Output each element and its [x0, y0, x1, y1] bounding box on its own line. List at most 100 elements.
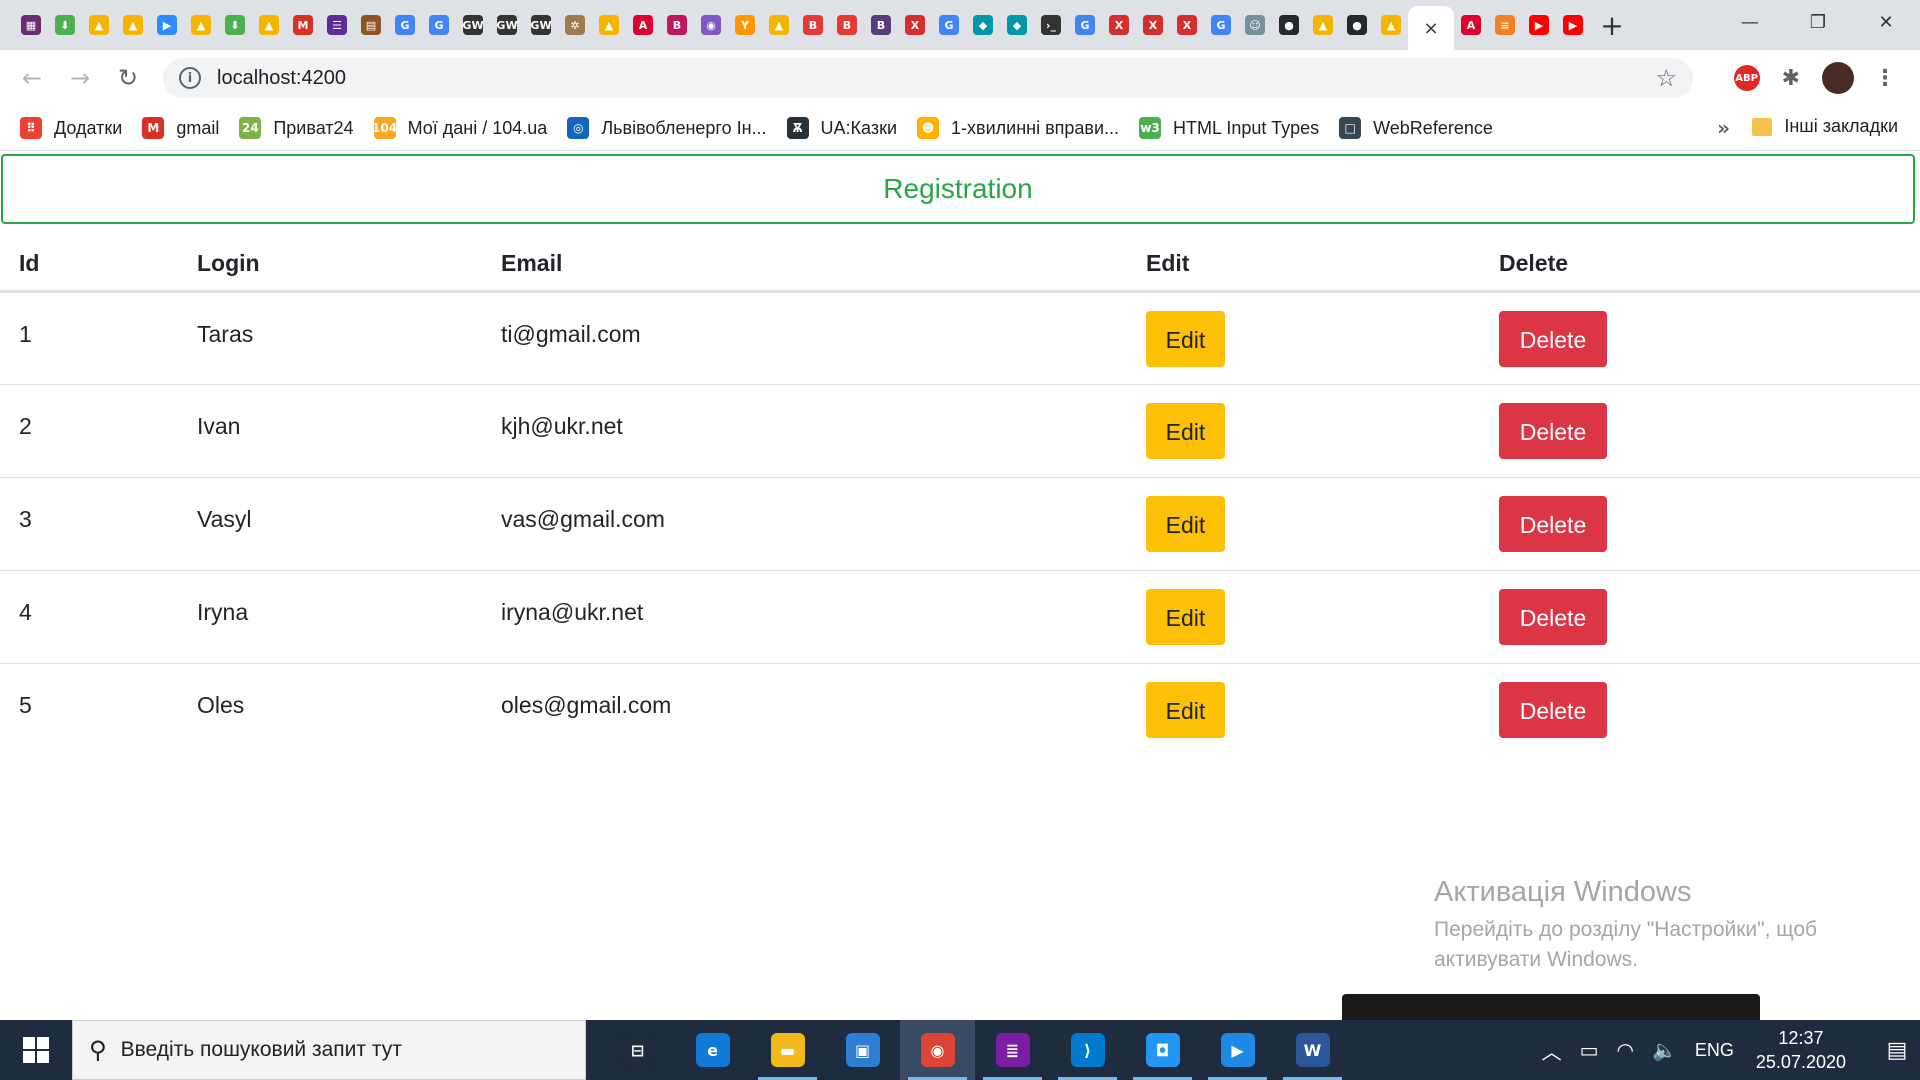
- browser-tab[interactable]: G: [1204, 0, 1238, 50]
- taskbar-app[interactable]: e: [675, 1020, 750, 1080]
- back-button[interactable]: ←: [8, 58, 56, 98]
- taskbar-app[interactable]: W: [1275, 1020, 1350, 1080]
- browser-tab[interactable]: GW: [456, 0, 490, 50]
- browser-tab[interactable]: ▦: [14, 0, 48, 50]
- minimize-button[interactable]: —: [1716, 0, 1784, 44]
- browser-tab[interactable]: ≡: [1488, 0, 1522, 50]
- site-info-icon[interactable]: i: [179, 67, 201, 89]
- browser-tab[interactable]: ⬇: [218, 0, 252, 50]
- browser-tab[interactable]: ▲: [252, 0, 286, 50]
- close-tab-icon[interactable]: ×: [1423, 18, 1438, 39]
- edit-button[interactable]: Edit: [1146, 496, 1225, 552]
- clock[interactable]: 12:37 25.07.2020: [1756, 1026, 1846, 1074]
- notifications-icon[interactable]: ▤: [1874, 1020, 1920, 1080]
- browser-tab[interactable]: ▲: [592, 0, 626, 50]
- edit-button[interactable]: Edit: [1146, 682, 1225, 738]
- tray-chevron-icon[interactable]: ︿: [1542, 1036, 1562, 1065]
- taskbar-app[interactable]: ◉: [900, 1020, 975, 1080]
- browser-tab[interactable]: ☰: [320, 0, 354, 50]
- bookmark-item[interactable]: □ WebReference: [1339, 117, 1493, 139]
- close-window-button[interactable]: ✕: [1852, 0, 1920, 44]
- browser-tab[interactable]: ▶: [150, 0, 184, 50]
- start-button[interactable]: [0, 1020, 72, 1080]
- browser-tab[interactable]: M: [286, 0, 320, 50]
- browser-tab-active[interactable]: ×: [1408, 6, 1454, 50]
- delete-button[interactable]: Delete: [1499, 403, 1607, 459]
- browser-tab[interactable]: G: [422, 0, 456, 50]
- bookmark-item[interactable]: w3 HTML Input Types: [1139, 117, 1319, 139]
- taskbar-app[interactable]: ▣: [825, 1020, 900, 1080]
- browser-tab[interactable]: A: [626, 0, 660, 50]
- browser-tab[interactable]: ◆: [966, 0, 1000, 50]
- address-bar[interactable]: i localhost:4200 ☆: [163, 58, 1693, 98]
- browser-tab[interactable]: ☺: [1238, 0, 1272, 50]
- bookmark-item[interactable]: ◎ Львівобленерго Ін...: [567, 117, 767, 139]
- bookmark-item[interactable]: 24 Приват24: [239, 117, 354, 139]
- other-bookmarks[interactable]: Інші закладки: [1752, 116, 1898, 137]
- bookmark-item[interactable]: ☻ 1-хвилинні вправи...: [917, 117, 1119, 139]
- extensions-icon[interactable]: ✱: [1782, 66, 1800, 91]
- browser-menu-icon[interactable]: ⋮: [1874, 66, 1896, 91]
- bookmark-item[interactable]: 104 Мої дані / 104.ua: [372, 117, 547, 139]
- browser-tab[interactable]: A: [1454, 0, 1488, 50]
- browser-tab[interactable]: ▶: [1556, 0, 1590, 50]
- browser-tab[interactable]: ▲: [116, 0, 150, 50]
- browser-tab[interactable]: ▲: [82, 0, 116, 50]
- taskbar-app[interactable]: ≣: [975, 1020, 1050, 1080]
- browser-tab[interactable]: ⬇: [48, 0, 82, 50]
- delete-button[interactable]: Delete: [1499, 682, 1607, 738]
- browser-tab[interactable]: GW: [490, 0, 524, 50]
- browser-tab[interactable]: ●: [1272, 0, 1306, 50]
- edit-button[interactable]: Edit: [1146, 403, 1225, 459]
- browser-tab[interactable]: ▶: [1522, 0, 1556, 50]
- browser-tab[interactable]: X: [1136, 0, 1170, 50]
- browser-tab[interactable]: ✲: [558, 0, 592, 50]
- delete-button[interactable]: Delete: [1499, 311, 1607, 367]
- browser-tab[interactable]: B: [830, 0, 864, 50]
- browser-tab[interactable]: B: [864, 0, 898, 50]
- language-indicator[interactable]: ENG: [1695, 1040, 1734, 1061]
- bookmark-item[interactable]: Mgmail: [142, 117, 219, 139]
- edit-button[interactable]: Edit: [1146, 311, 1225, 367]
- browser-tab[interactable]: G: [388, 0, 422, 50]
- browser-tab[interactable]: ▲: [762, 0, 796, 50]
- browser-tab[interactable]: ◉: [694, 0, 728, 50]
- browser-tab[interactable]: X: [1170, 0, 1204, 50]
- forward-button[interactable]: →: [56, 58, 104, 98]
- browser-tab[interactable]: ▲: [184, 0, 218, 50]
- browser-tab[interactable]: ▲: [1374, 0, 1408, 50]
- browser-tab[interactable]: GW: [524, 0, 558, 50]
- url-text[interactable]: localhost:4200: [217, 67, 346, 90]
- reload-button[interactable]: ↻: [104, 58, 152, 98]
- bookmark-item[interactable]: Ѫ UA:Казки: [786, 117, 897, 139]
- browser-tab[interactable]: Y: [728, 0, 762, 50]
- browser-tab[interactable]: B: [660, 0, 694, 50]
- browser-tab[interactable]: ●: [1340, 0, 1374, 50]
- wifi-icon[interactable]: ◠: [1617, 1038, 1634, 1062]
- browser-tab[interactable]: X: [1102, 0, 1136, 50]
- browser-tab[interactable]: B: [796, 0, 830, 50]
- browser-tab[interactable]: ▲: [1306, 0, 1340, 50]
- bookmark-star-icon[interactable]: ☆: [1655, 64, 1677, 92]
- registration-button[interactable]: Registration: [1, 154, 1915, 224]
- browser-tab[interactable]: G: [932, 0, 966, 50]
- edit-button[interactable]: Edit: [1146, 589, 1225, 645]
- taskbar-search[interactable]: ⚲ Введіть пошуковий запит тут: [72, 1020, 586, 1080]
- taskbar-app[interactable]: ▶: [1200, 1020, 1275, 1080]
- browser-tab[interactable]: ◆: [1000, 0, 1034, 50]
- restore-button[interactable]: ❐: [1784, 0, 1852, 44]
- bookmark-item[interactable]: ⠿ Додатки: [20, 117, 122, 139]
- taskbar-app[interactable]: ⟩: [1050, 1020, 1125, 1080]
- browser-tab[interactable]: ›_: [1034, 0, 1068, 50]
- browser-tab[interactable]: G: [1068, 0, 1102, 50]
- taskbar-app[interactable]: ▬: [750, 1020, 825, 1080]
- new-tab-button[interactable]: +: [1590, 0, 1634, 50]
- volume-icon[interactable]: 🔈: [1652, 1038, 1677, 1062]
- delete-button[interactable]: Delete: [1499, 496, 1607, 552]
- delete-button[interactable]: Delete: [1499, 589, 1607, 645]
- taskbar-app[interactable]: ⊟: [600, 1020, 675, 1080]
- profile-avatar[interactable]: [1822, 62, 1854, 94]
- battery-icon[interactable]: ▭: [1580, 1038, 1599, 1062]
- bookmarks-overflow-icon[interactable]: »: [1717, 116, 1730, 140]
- taskbar-app[interactable]: ◘: [1125, 1020, 1200, 1080]
